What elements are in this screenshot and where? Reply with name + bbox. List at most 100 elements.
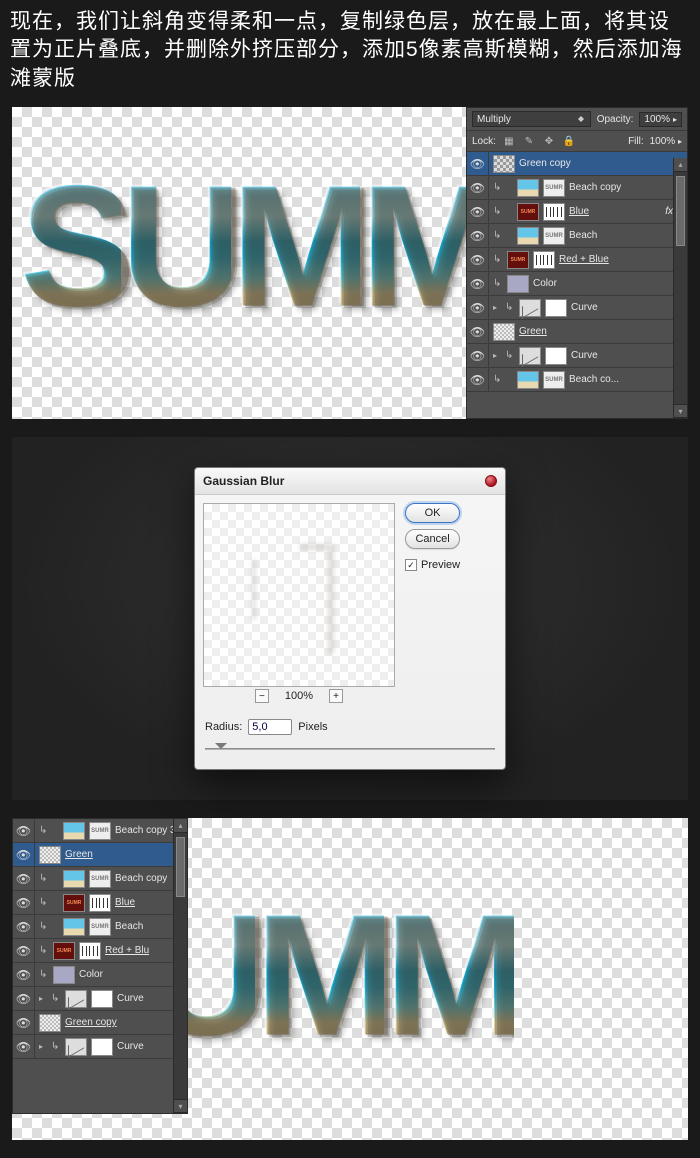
layer-row[interactable]: 👁↳SUMRBeach copy bbox=[13, 867, 187, 891]
layer-name[interactable]: Red + Blue bbox=[559, 254, 609, 265]
layer-row[interactable]: 👁↳SUMRBluefx▸ bbox=[467, 200, 687, 224]
expand-icon[interactable]: ▸ bbox=[39, 1042, 47, 1051]
cancel-button[interactable]: Cancel bbox=[405, 529, 460, 549]
layer-name[interactable]: Beach bbox=[569, 230, 597, 241]
slider-handle-icon[interactable] bbox=[215, 743, 227, 755]
visibility-toggle[interactable]: 👁 bbox=[13, 939, 35, 962]
radius-slider[interactable] bbox=[205, 743, 495, 755]
layer-name[interactable]: Beach copy bbox=[115, 873, 167, 884]
layer-name[interactable]: Green bbox=[65, 849, 93, 860]
layer-name[interactable]: Blue bbox=[115, 897, 135, 908]
visibility-toggle[interactable]: 👁 bbox=[467, 200, 489, 223]
visibility-toggle[interactable]: 👁 bbox=[467, 152, 489, 175]
visibility-toggle[interactable]: 👁 bbox=[467, 176, 489, 199]
visibility-toggle[interactable]: 👁 bbox=[13, 843, 35, 866]
layer-name[interactable]: Red + Blu bbox=[105, 945, 149, 956]
layer-row[interactable]: 👁↳Color bbox=[13, 963, 187, 987]
expand-icon[interactable]: ▸ bbox=[493, 351, 501, 360]
layer-name[interactable]: Green copy bbox=[65, 1017, 117, 1028]
eye-icon: 👁 bbox=[470, 373, 485, 387]
layer-row[interactable]: 👁↳SUMRBeach copy 3 bbox=[13, 819, 187, 843]
layer-row[interactable]: 👁▸↳Curve bbox=[13, 987, 187, 1011]
preview-area[interactable] bbox=[203, 503, 395, 687]
layer-name[interactable]: Beach copy bbox=[569, 182, 621, 193]
visibility-toggle[interactable]: 👁 bbox=[467, 320, 489, 343]
ok-button[interactable]: OK bbox=[405, 503, 460, 523]
layer-row[interactable]: 👁 Green bbox=[13, 843, 187, 867]
layer-name[interactable]: Beach co... bbox=[569, 374, 619, 385]
opacity-field[interactable]: 100% ▸ bbox=[639, 112, 682, 127]
chevron-right-icon: ▸ bbox=[678, 137, 682, 146]
layer-name[interactable]: Curve bbox=[117, 993, 144, 1004]
thumb-mask-icon: SUMR bbox=[89, 870, 111, 888]
expand-icon[interactable]: ▸ bbox=[39, 994, 47, 1003]
layer-row[interactable]: 👁↳SUMRBeach co... bbox=[467, 368, 687, 392]
visibility-toggle[interactable]: 👁 bbox=[467, 224, 489, 247]
expand-icon[interactable]: ▸ bbox=[493, 303, 501, 312]
layer-row[interactable]: 👁 Green copy bbox=[13, 1011, 187, 1035]
scrollbar[interactable]: ▴ ▾ bbox=[673, 158, 687, 418]
lock-brush-icon[interactable]: ✎ bbox=[522, 134, 536, 148]
layer-row[interactable]: 👁↳SUMRBlue bbox=[13, 891, 187, 915]
scroll-thumb[interactable] bbox=[176, 837, 185, 897]
gaussian-blur-dialog: Gaussian Blur − 100% + OK Cancel ✓ bbox=[194, 467, 506, 770]
fill-field[interactable]: 100% ▸ bbox=[650, 136, 682, 147]
visibility-toggle[interactable]: 👁 bbox=[13, 1035, 35, 1058]
layer-row[interactable]: 👁↳SUMRBeach bbox=[13, 915, 187, 939]
visibility-toggle[interactable]: 👁 bbox=[13, 819, 35, 842]
layer-row[interactable]: 👁 Green bbox=[467, 320, 687, 344]
layer-row[interactable]: 👁▸↳Curve bbox=[467, 344, 687, 368]
visibility-toggle[interactable]: 👁 bbox=[13, 963, 35, 986]
layer-row[interactable]: 👁↳SUMRBeach copy bbox=[467, 176, 687, 200]
scroll-down-button[interactable]: ▾ bbox=[174, 1099, 187, 1113]
blend-mode-select[interactable]: Multiply bbox=[472, 111, 591, 127]
clip-icon: ↳ bbox=[493, 206, 503, 217]
layer-row[interactable]: 👁↳SUMRRed + Blu bbox=[13, 939, 187, 963]
layer-row[interactable]: 👁↳Color bbox=[467, 272, 687, 296]
visibility-toggle[interactable]: 👁 bbox=[467, 272, 489, 295]
visibility-toggle[interactable]: 👁 bbox=[13, 915, 35, 938]
scroll-down-button[interactable]: ▾ bbox=[674, 404, 687, 418]
scroll-thumb[interactable] bbox=[676, 176, 685, 246]
layer-name[interactable]: Curve bbox=[571, 350, 598, 361]
fx-icon[interactable]: fx bbox=[665, 206, 673, 217]
layer-name[interactable]: Green bbox=[519, 326, 547, 337]
zoom-out-button[interactable]: − bbox=[255, 689, 269, 703]
figure-1: SUMM Multiply Opacity: 100% ▸ Lock: ▦ ✎ … bbox=[12, 107, 688, 419]
visibility-toggle[interactable]: 👁 bbox=[13, 987, 35, 1010]
visibility-toggle[interactable]: 👁 bbox=[467, 248, 489, 271]
scroll-up-button[interactable]: ▴ bbox=[174, 819, 187, 833]
layer-name[interactable]: Green copy bbox=[519, 158, 571, 169]
lock-transparency-icon[interactable]: ▦ bbox=[502, 134, 516, 148]
layer-row[interactable]: 👁▸↳Curve bbox=[13, 1035, 187, 1059]
layer-row[interactable]: 👁 Green copy bbox=[467, 152, 687, 176]
layer-name[interactable]: Blue bbox=[569, 206, 589, 217]
layer-name[interactable]: Color bbox=[79, 969, 103, 980]
layer-row[interactable]: 👁↳SUMRBeach bbox=[467, 224, 687, 248]
visibility-toggle[interactable]: 👁 bbox=[13, 891, 35, 914]
thumb-bars-icon bbox=[543, 203, 565, 221]
visibility-toggle[interactable]: 👁 bbox=[467, 368, 489, 391]
layer-row[interactable]: 👁▸↳Curve bbox=[467, 296, 687, 320]
radius-input[interactable] bbox=[248, 719, 292, 735]
zoom-in-button[interactable]: + bbox=[329, 689, 343, 703]
layer-name[interactable]: Beach copy 3 bbox=[115, 825, 176, 836]
visibility-toggle[interactable]: 👁 bbox=[467, 296, 489, 319]
lock-position-icon[interactable]: ✥ bbox=[542, 134, 556, 148]
layer-name[interactable]: Curve bbox=[571, 302, 598, 313]
close-icon[interactable] bbox=[485, 475, 497, 487]
thumb-redtext-icon: SUMR bbox=[63, 894, 85, 912]
layer-row[interactable]: 👁↳SUMRRed + Blue bbox=[467, 248, 687, 272]
layer-name[interactable]: Beach bbox=[115, 921, 143, 932]
visibility-toggle[interactable]: 👁 bbox=[13, 867, 35, 890]
lock-all-icon[interactable]: 🔒 bbox=[562, 134, 576, 148]
dropdown-arrows-icon bbox=[578, 113, 586, 125]
layer-name[interactable]: Color bbox=[533, 278, 557, 289]
scroll-up-button[interactable]: ▴ bbox=[674, 158, 687, 172]
preview-checkbox[interactable]: ✓ Preview bbox=[405, 559, 460, 571]
visibility-toggle[interactable]: 👁 bbox=[467, 344, 489, 367]
scrollbar[interactable]: ▴ ▾ bbox=[173, 819, 187, 1113]
eye-icon: 👁 bbox=[16, 920, 31, 934]
visibility-toggle[interactable]: 👁 bbox=[13, 1011, 35, 1034]
layer-name[interactable]: Curve bbox=[117, 1041, 144, 1052]
